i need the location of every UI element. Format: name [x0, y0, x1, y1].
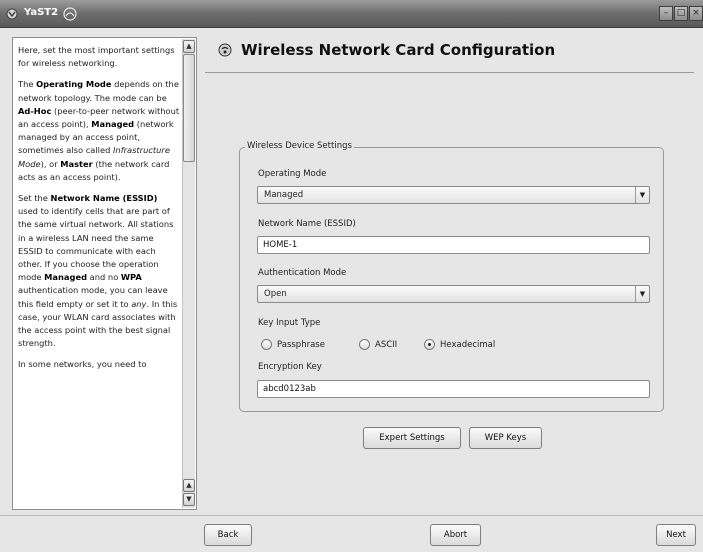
- title-bar[interactable]: YaST2 – □ ×: [0, 0, 703, 28]
- operating-mode-select[interactable]: Managed ▼: [257, 186, 650, 204]
- help-text-run: Set the: [18, 193, 51, 204]
- help-text-run: used to identify cells that are part of …: [18, 206, 174, 283]
- help-text-run: The: [18, 79, 37, 90]
- help-text-run: Managed: [44, 272, 88, 283]
- back-button[interactable]: Back: [204, 524, 252, 546]
- radio-hexadecimal-label: Hexadecimal: [440, 339, 496, 350]
- group-title: Wireless Device Settings: [245, 141, 354, 151]
- operating-mode-value: Managed: [264, 190, 304, 200]
- help-text-run: Operating Mode: [36, 79, 112, 90]
- help-text-run: Here, set the most important settings fo…: [18, 45, 175, 69]
- help-text-run: Ad-Hoc: [18, 105, 52, 116]
- essid-input[interactable]: [258, 237, 649, 253]
- abort-button[interactable]: Abort: [430, 524, 481, 546]
- help-text-run: any: [131, 298, 147, 309]
- essid-label: Network Name (ESSID): [258, 219, 356, 229]
- help-text-run: In some networks, you need to: [18, 359, 147, 370]
- help-panel[interactable]: Here, set the most important settings fo…: [12, 37, 197, 510]
- scroll-up-icon[interactable]: ▲: [183, 40, 195, 53]
- page-title: Wireless Network Card Configuration: [241, 41, 556, 59]
- radio-ascii[interactable]: ASCII: [359, 339, 397, 350]
- radio-passphrase[interactable]: Passphrase: [261, 339, 325, 350]
- help-text-run: Managed: [91, 119, 135, 130]
- scroll-down-icon[interactable]: ▼: [183, 493, 195, 506]
- auth-mode-select[interactable]: Open ▼: [257, 285, 650, 303]
- help-text-run: WPA: [120, 272, 142, 283]
- expert-settings-button[interactable]: Expert Settings: [363, 427, 461, 449]
- chevron-down-icon[interactable]: ▼: [635, 187, 649, 203]
- encryption-key-input[interactable]: [258, 381, 649, 397]
- header-divider: [205, 72, 694, 73]
- radio-indicator[interactable]: [261, 339, 272, 350]
- footer-divider: [0, 515, 703, 516]
- next-button[interactable]: Next: [656, 524, 696, 546]
- radio-indicator[interactable]: [359, 339, 370, 350]
- auth-mode-value: Open: [264, 289, 287, 299]
- wireless-card-icon: [218, 43, 232, 57]
- help-paragraph: In some networks, you need to: [18, 358, 180, 371]
- chevron-down-icon[interactable]: ▼: [635, 286, 649, 302]
- essid-field[interactable]: [257, 236, 650, 254]
- help-paragraph: Here, set the most important settings fo…: [18, 44, 180, 70]
- scroll-thumb[interactable]: [183, 54, 195, 162]
- help-paragraph: Set the Network Name (ESSID) used to ide…: [18, 192, 180, 350]
- help-text-run: Master: [60, 158, 93, 169]
- help-text-run: and no: [87, 272, 121, 283]
- key-input-type-label: Key Input Type: [258, 318, 321, 328]
- encryption-key-field[interactable]: [257, 380, 650, 398]
- radio-passphrase-label: Passphrase: [277, 339, 325, 350]
- maximize-icon[interactable]: □: [674, 6, 688, 21]
- yast-app-icon: [6, 8, 18, 20]
- help-text-run: ), or: [40, 158, 61, 169]
- help-text: Here, set the most important settings fo…: [18, 44, 180, 380]
- minimize-icon[interactable]: –: [659, 6, 673, 21]
- scroll-up-icon[interactable]: ▲: [183, 479, 195, 492]
- yast-logo-icon: [63, 7, 77, 21]
- radio-hexadecimal[interactable]: Hexadecimal: [424, 339, 495, 350]
- wep-keys-button[interactable]: WEP Keys: [469, 427, 542, 449]
- radio-ascii-label: ASCII: [375, 339, 398, 350]
- auth-mode-label: Authentication Mode: [258, 268, 347, 278]
- encryption-key-label: Encryption Key: [258, 362, 322, 372]
- help-paragraph: The Operating Mode depends on the networ…: [18, 78, 180, 184]
- help-scrollbar[interactable]: ▲ ▲ ▼: [182, 39, 195, 508]
- operating-mode-label: Operating Mode: [258, 169, 327, 179]
- close-icon[interactable]: ×: [689, 6, 703, 21]
- radio-indicator-selected[interactable]: [424, 339, 435, 350]
- window-title: YaST2: [24, 7, 59, 18]
- help-text-run: Network Name (ESSID): [50, 193, 158, 204]
